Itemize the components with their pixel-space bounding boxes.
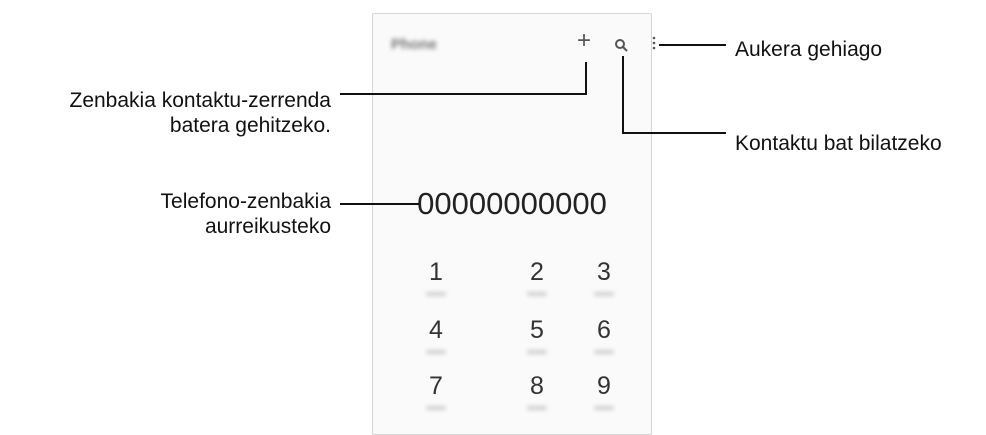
callout-line-preview: [340, 203, 419, 205]
phone-dialer-screen: Phone + 00000000000 1 2 3 4 5 6 7 8 9: [372, 13, 656, 435]
app-title: Phone: [391, 36, 437, 53]
callout-more-options: Aukera gehiago: [735, 38, 883, 61]
callout-line-add-horizontal: [340, 93, 587, 95]
dial-key-8[interactable]: 8: [512, 372, 562, 401]
callout-preview-line1: Telefono-zenbakia: [160, 190, 331, 213]
callout-add-contact-line2: batera gehitzeko.: [169, 114, 331, 137]
plus-icon[interactable]: +: [577, 29, 591, 53]
callout-preview-line2: aurreikusteko: [204, 215, 331, 238]
callout-add-contact: Zenbakia kontaktu-zerrenda batera gehitz…: [70, 88, 332, 138]
callout-add-contact-line1: Zenbakia kontaktu-zerrenda: [69, 89, 332, 112]
callout-line-search-vertical: [622, 56, 624, 134]
dial-key-4[interactable]: 4: [411, 316, 461, 345]
dial-key-6[interactable]: 6: [579, 316, 629, 345]
callout-search-contact: Kontaktu bat bilatzeko: [735, 132, 942, 155]
dial-key-7[interactable]: 7: [411, 372, 461, 401]
more-vertical-icon[interactable]: [652, 36, 656, 55]
callout-preview: Telefono-zenbakia aurreikusteko: [161, 189, 331, 239]
dial-key-9[interactable]: 9: [579, 372, 629, 401]
search-icon[interactable]: [614, 38, 628, 57]
dial-key-5[interactable]: 5: [512, 316, 562, 345]
callout-line-search-horizontal: [622, 132, 726, 134]
dial-key-2[interactable]: 2: [512, 258, 562, 287]
callout-line-more: [659, 44, 726, 46]
dial-key-1[interactable]: 1: [411, 258, 461, 287]
callout-line-add-vertical: [585, 62, 587, 95]
dial-key-3[interactable]: 3: [579, 258, 629, 287]
